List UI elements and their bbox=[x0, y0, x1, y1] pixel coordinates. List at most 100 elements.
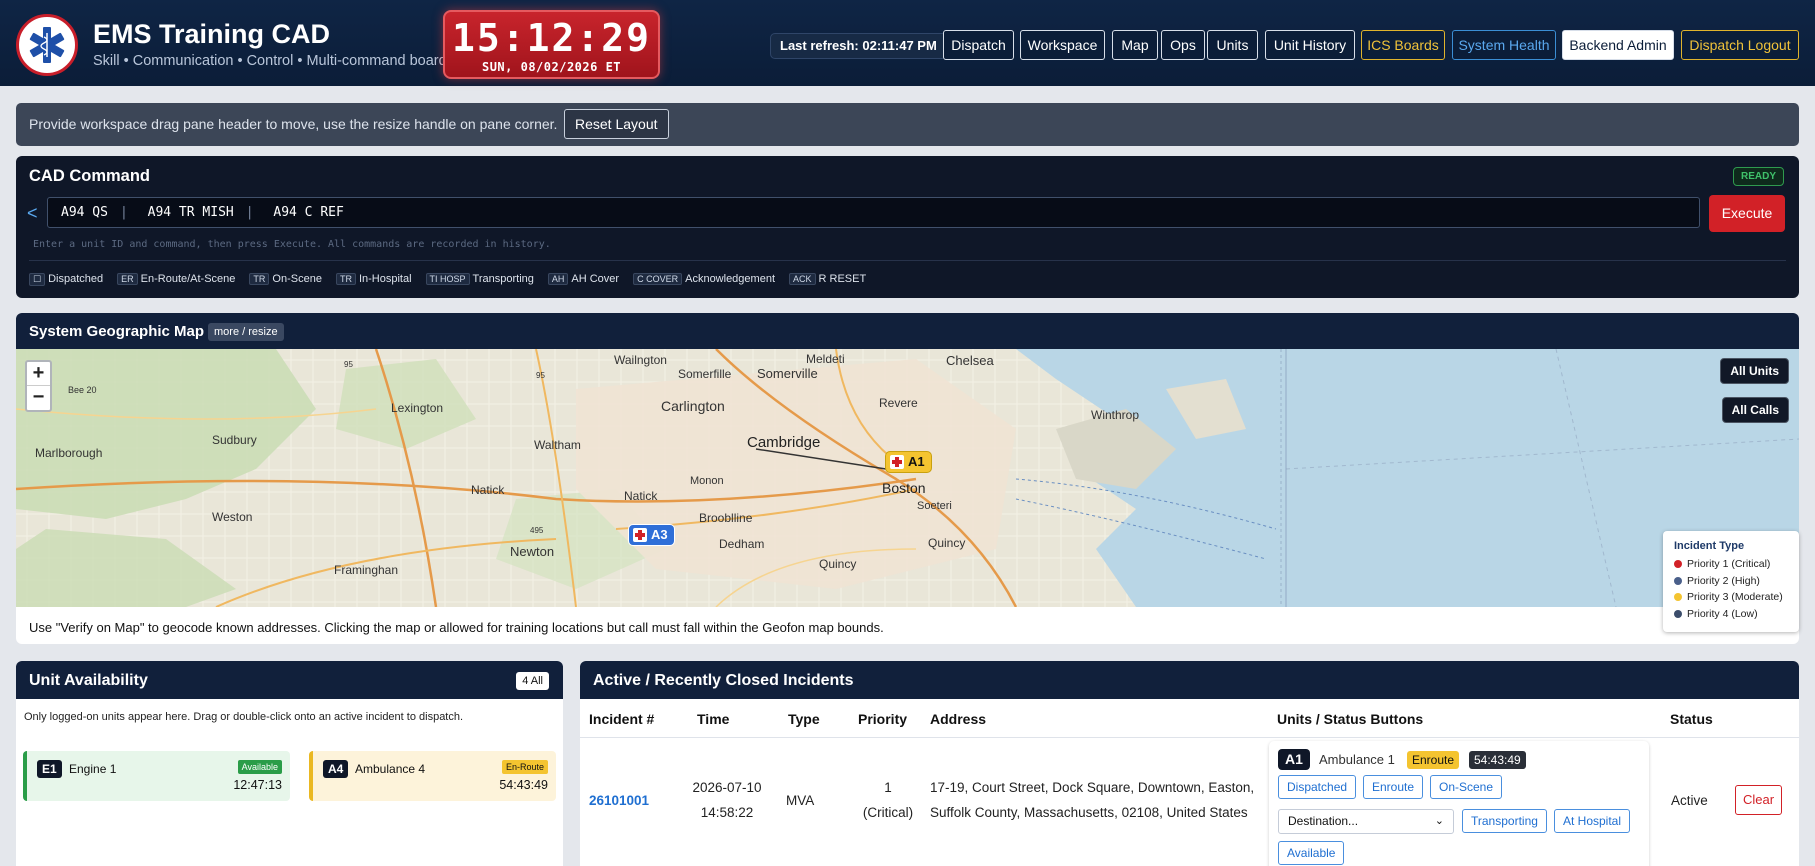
column-header[interactable]: Incident # bbox=[589, 711, 654, 727]
priority-dot bbox=[1674, 593, 1682, 602]
map-place-label: Somerfille bbox=[678, 367, 732, 381]
nav-units-button[interactable]: Units bbox=[1207, 30, 1258, 60]
unit-availability-panel: Unit Availability 4 All Only logged-on u… bbox=[16, 661, 563, 866]
cad-command-title[interactable]: CAD Command bbox=[29, 167, 150, 186]
zoom-in-button[interactable]: + bbox=[27, 362, 50, 386]
legend-row: Priority 3 (Moderate) bbox=[1674, 589, 1788, 606]
all-units-button[interactable]: All Units bbox=[1720, 358, 1789, 384]
map-place-label: Wailngton bbox=[614, 353, 667, 367]
zoom-out-button[interactable]: − bbox=[27, 386, 50, 410]
legend-code: ☐ bbox=[29, 273, 46, 286]
legend-item: ER En-Route/At-Scene bbox=[117, 273, 235, 286]
legend-item: ☐ Dispatched bbox=[29, 273, 103, 286]
legend-code: AH bbox=[547, 273, 569, 285]
map-place-label: Brooblline bbox=[699, 511, 753, 525]
nav-ops-button[interactable]: Ops bbox=[1161, 30, 1205, 60]
incident-time: 2026-07-10 14:58:22 bbox=[687, 775, 767, 825]
transporting-button[interactable]: Transporting bbox=[1462, 809, 1547, 833]
last-refresh-indicator: Last refresh: 02:11:47 PM bbox=[770, 33, 947, 59]
ems-star-of-life-logo bbox=[16, 14, 78, 76]
unit-card-a4[interactable]: A4 Ambulance 4 En-Route 54:43:49 bbox=[309, 751, 556, 801]
clear-incident-button[interactable]: Clear bbox=[1735, 785, 1782, 815]
clock-date: SUN, 08/02/2026 ET bbox=[481, 60, 622, 74]
highway-shield: 95 bbox=[344, 360, 353, 369]
dispatched-button[interactable]: Dispatched bbox=[1278, 775, 1357, 799]
available-button[interactable]: Available bbox=[1278, 841, 1345, 865]
priority-number: 1 bbox=[884, 780, 892, 795]
at-hospital-button[interactable]: At Hospital bbox=[1554, 809, 1631, 833]
priority-dot bbox=[1674, 609, 1682, 618]
nav-system-health-button[interactable]: System Health bbox=[1452, 30, 1556, 60]
chevron-down-icon: ⌄ bbox=[1434, 815, 1444, 827]
execute-button[interactable]: Execute bbox=[1709, 195, 1785, 232]
star-of-life-icon bbox=[29, 27, 65, 63]
incident-number-link[interactable]: 26101001 bbox=[589, 788, 649, 813]
nav-backend-admin-button[interactable]: Backend Admin bbox=[1562, 30, 1674, 60]
legend-code: TI HOSP bbox=[425, 273, 470, 285]
incident-status: Active bbox=[1671, 793, 1708, 808]
unit-status-badge: Available bbox=[237, 760, 282, 774]
map-panel-header[interactable]: System Geographic Map more / resize bbox=[16, 313, 1799, 349]
column-header[interactable]: Status bbox=[1670, 711, 1713, 727]
legend-row: Priority 4 (Low) bbox=[1674, 606, 1788, 623]
column-header[interactable]: Time bbox=[697, 711, 729, 727]
unit-availability-note: Only logged-on units appear here. Drag o… bbox=[24, 711, 464, 723]
ready-status-badge: READY bbox=[1732, 167, 1784, 186]
map-place-label: Sudbury bbox=[212, 433, 257, 447]
address-line: Suffolk County, Massachusetts, 02108, Un… bbox=[930, 805, 1248, 820]
unit-name: Engine 1 bbox=[69, 762, 117, 776]
geographic-map[interactable]: + − Bee 20 All Units All Calls Wailngton… bbox=[16, 349, 1799, 607]
nav-dispatch-logout-button[interactable]: Dispatch Logout bbox=[1681, 30, 1799, 60]
enroute-button[interactable]: Enroute bbox=[1363, 775, 1424, 799]
assigned-unit-card: A1 Ambulance 1 Enroute 54:43:49 Dispatch… bbox=[1269, 741, 1649, 866]
map-place-label: Dedham bbox=[719, 537, 765, 551]
map-scale-label: Bee 20 bbox=[68, 385, 97, 395]
incident-address: 17-19, Court Street, Dock Square, Downto… bbox=[930, 775, 1254, 825]
all-calls-button[interactable]: All Calls bbox=[1721, 397, 1789, 423]
workspace-info-text: Provide workspace drag pane header to mo… bbox=[29, 116, 558, 132]
nav-ics-boards-button[interactable]: ICS Boards bbox=[1361, 30, 1445, 60]
incidents-title: Active / Recently Closed Incidents bbox=[593, 672, 854, 689]
legend-label: Priority 1 (Critical) bbox=[1687, 558, 1771, 570]
column-header[interactable]: Address bbox=[930, 711, 986, 727]
incidents-header[interactable]: Active / Recently Closed Incidents bbox=[580, 661, 1799, 699]
command-token: A94 TR MISH bbox=[147, 205, 234, 220]
header-divider bbox=[580, 737, 1799, 738]
legend-item: AH AH Cover bbox=[547, 273, 619, 286]
destination-select[interactable]: Destination... ⌄ bbox=[1278, 809, 1454, 834]
unit-count-badge[interactable]: 4 All bbox=[516, 672, 549, 690]
unit-timer: 12:47:13 bbox=[233, 778, 282, 792]
reset-layout-button[interactable]: Reset Layout bbox=[564, 109, 669, 139]
priority-dot bbox=[1674, 560, 1682, 569]
nav-map-button[interactable]: Map bbox=[1112, 30, 1158, 60]
unit-availability-header[interactable]: Unit Availability 4 All bbox=[16, 661, 563, 699]
map-title: System Geographic Map bbox=[29, 323, 205, 340]
nav-dispatch-button[interactable]: Dispatch bbox=[943, 30, 1014, 60]
history-back-arrow-icon[interactable]: < bbox=[27, 203, 38, 224]
on-scene-button[interactable]: On-Scene bbox=[1430, 775, 1503, 799]
map-place-label: Newton bbox=[510, 544, 555, 559]
assigned-unit-name: Ambulance 1 bbox=[1319, 752, 1395, 767]
unit-card-e1[interactable]: E1 Engine 1 Available 12:47:13 bbox=[23, 751, 290, 801]
workspace-info-bar: Provide workspace drag pane header to mo… bbox=[16, 103, 1799, 146]
priority-dot bbox=[1674, 576, 1682, 585]
unit-marker-a3[interactable]: A3 bbox=[628, 524, 675, 546]
unit-marker-a1[interactable]: A1 bbox=[885, 451, 932, 473]
legend-code: C COVER bbox=[633, 273, 683, 285]
highway-shield: 495 bbox=[530, 526, 544, 535]
column-header[interactable]: Priority bbox=[858, 711, 907, 727]
medical-cross-icon bbox=[890, 455, 904, 469]
medical-cross-icon bbox=[633, 528, 647, 542]
column-header[interactable]: Units / Status Buttons bbox=[1277, 711, 1423, 727]
nav-workspace-button[interactable]: Workspace bbox=[1020, 30, 1105, 60]
legend-label: En-Route/At-Scene bbox=[140, 273, 236, 285]
legend-code: TR bbox=[249, 273, 270, 285]
map-place-label: Carlington bbox=[661, 398, 725, 414]
legend-code: TR bbox=[335, 273, 356, 285]
assigned-unit-status: Enroute bbox=[1407, 751, 1460, 769]
cad-command-input[interactable]: A94 QS | A94 TR MISH | A94 C REF bbox=[47, 197, 1700, 228]
cad-command-hint: Enter a unit ID and command, then press … bbox=[33, 239, 551, 250]
map-place-label: Winthrop bbox=[1091, 408, 1140, 422]
column-header[interactable]: Type bbox=[788, 711, 820, 727]
nav-unit-history-button[interactable]: Unit History bbox=[1265, 30, 1355, 60]
